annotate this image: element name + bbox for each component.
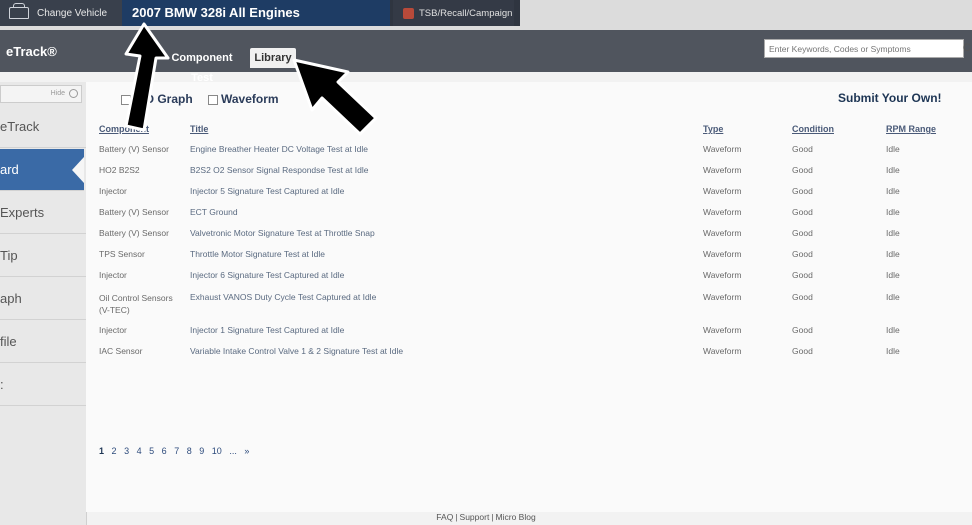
cell-title[interactable]: Injector 5 Signature Test Captured at Id… bbox=[190, 186, 344, 196]
cell-title[interactable]: Valvetronic Motor Signature Test at Thro… bbox=[190, 228, 375, 238]
sidebar-item-etrack[interactable]: eTrack bbox=[0, 106, 86, 148]
col-header-title[interactable]: Title bbox=[190, 124, 208, 134]
sidebar-item-profile[interactable]: file bbox=[0, 321, 86, 363]
cell-condition: Good bbox=[792, 228, 813, 238]
cell-rpm-range: Idle bbox=[886, 186, 900, 196]
cell-condition: Good bbox=[792, 207, 813, 217]
footer-micro-blog-link[interactable]: Micro Blog bbox=[496, 512, 536, 522]
cell-condition: Good bbox=[792, 325, 813, 335]
tab-component-test[interactable]: Component Test bbox=[160, 48, 244, 84]
footer: FAQ | Support | Micro Blog bbox=[436, 512, 536, 522]
active-notch bbox=[72, 157, 84, 183]
cell-component: Battery (V) Sensor bbox=[99, 228, 169, 238]
cell-type: Waveform bbox=[703, 186, 742, 196]
cell-component: Injector bbox=[99, 186, 127, 196]
cell-type: Waveform bbox=[703, 207, 742, 217]
cell-title[interactable]: B2S2 O2 Sensor Signal Respondse Test at … bbox=[190, 165, 368, 175]
footer-faq-link[interactable]: FAQ bbox=[436, 512, 453, 522]
brand-logo: eTrack® bbox=[6, 44, 57, 59]
cell-rpm-range: Idle bbox=[886, 270, 900, 280]
page-link[interactable]: 3 bbox=[124, 446, 129, 456]
annotation-arrow-icon bbox=[124, 22, 170, 132]
cell-condition: Good bbox=[792, 165, 813, 175]
col-header-rpm-range[interactable]: RPM Range bbox=[886, 124, 936, 134]
tsb-label: TSB/Recall/Campaign bbox=[419, 7, 513, 19]
change-vehicle-label: Change Vehicle bbox=[37, 7, 108, 19]
cell-title[interactable]: Variable Intake Control Valve 1 & 2 Sign… bbox=[190, 346, 403, 356]
cell-condition: Good bbox=[792, 292, 813, 302]
cell-title[interactable]: Engine Breather Heater DC Voltage Test a… bbox=[190, 144, 368, 154]
cell-type: Waveform bbox=[703, 165, 742, 175]
page-link[interactable]: 5 bbox=[149, 446, 154, 456]
col-header-type[interactable]: Type bbox=[703, 124, 723, 134]
cell-title[interactable]: Injector 6 Signature Test Captured at Id… bbox=[190, 270, 344, 280]
cell-type: Waveform bbox=[703, 249, 742, 259]
cell-rpm-range: Idle bbox=[886, 144, 900, 154]
cell-rpm-range: Idle bbox=[886, 346, 900, 356]
cell-rpm-range: Idle bbox=[886, 325, 900, 335]
submit-your-own-link[interactable]: Submit Your Own! bbox=[838, 91, 942, 105]
tsb-icon bbox=[403, 7, 414, 19]
filter-waveform[interactable]: Waveform bbox=[208, 92, 279, 106]
footer-support-link[interactable]: Support bbox=[460, 512, 490, 522]
page-link[interactable]: 6 bbox=[162, 446, 167, 456]
page-link[interactable]: 2 bbox=[112, 446, 117, 456]
cell-component: Battery (V) Sensor bbox=[99, 144, 169, 154]
cell-condition: Good bbox=[792, 346, 813, 356]
cell-title[interactable]: Injector 1 Signature Test Captured at Id… bbox=[190, 325, 344, 335]
cell-type: Waveform bbox=[703, 346, 742, 356]
cell-title[interactable]: Exhaust VANOS Duty Cycle Test Captured a… bbox=[190, 292, 376, 302]
sidebar-item-tip[interactable]: Tip bbox=[0, 235, 86, 277]
cell-title[interactable]: ECT Ground bbox=[190, 207, 238, 217]
search-input[interactable] bbox=[764, 39, 964, 58]
page-link[interactable]: 9 bbox=[199, 446, 204, 456]
cell-type: Waveform bbox=[703, 292, 742, 302]
page-link[interactable]: 1 bbox=[99, 446, 104, 456]
tsb-recall-button[interactable]: TSB/Recall/Campaign bbox=[393, 0, 514, 26]
page-link[interactable]: 10 bbox=[212, 446, 222, 456]
car-icon bbox=[9, 3, 29, 19]
cell-type: Waveform bbox=[703, 270, 742, 280]
cell-component: HO2 B2S2 bbox=[99, 165, 140, 175]
cell-component: IAC Sensor bbox=[99, 346, 143, 356]
cell-component: TPS Sensor bbox=[99, 249, 145, 259]
cell-type: Waveform bbox=[703, 228, 742, 238]
hide-sidebar-button[interactable]: Hide bbox=[0, 85, 82, 103]
cell-rpm-range: Idle bbox=[886, 207, 900, 217]
waveform-label: Waveform bbox=[221, 92, 279, 106]
annotation-arrow-icon bbox=[292, 58, 378, 136]
cell-component: Injector bbox=[99, 325, 127, 335]
cell-component: Battery (V) Sensor bbox=[99, 207, 169, 217]
sidebar-item-experts[interactable]: Experts bbox=[0, 192, 86, 234]
pagination: 1 2 3 4 5 6 7 8 9 10 ... » bbox=[99, 446, 254, 456]
cell-type: Waveform bbox=[703, 325, 742, 335]
cell-rpm-range: Idle bbox=[886, 165, 900, 175]
cell-rpm-range: Idle bbox=[886, 292, 900, 302]
page-ellipsis: ... bbox=[229, 446, 237, 456]
page-link[interactable]: 8 bbox=[187, 446, 192, 456]
cell-rpm-range: Idle bbox=[886, 228, 900, 238]
cell-component: Injector bbox=[99, 270, 127, 280]
hide-circle-icon bbox=[69, 89, 78, 98]
cell-component: Oil Control Sensors (V-TEC) bbox=[99, 293, 173, 315]
cell-title[interactable]: Throttle Motor Signature Test at Idle bbox=[190, 249, 325, 259]
page-link[interactable]: 7 bbox=[174, 446, 179, 456]
cell-condition: Good bbox=[792, 270, 813, 280]
search-icon[interactable]: C bbox=[963, 39, 971, 58]
hide-label: Hide bbox=[50, 90, 65, 97]
cell-rpm-range: Idle bbox=[886, 249, 900, 259]
sidebar-item-graph[interactable]: aph bbox=[0, 278, 86, 320]
cell-type: Waveform bbox=[703, 144, 742, 154]
col-header-condition[interactable]: Condition bbox=[792, 124, 834, 134]
cell-condition: Good bbox=[792, 249, 813, 259]
sidebar-item-more[interactable]: : bbox=[0, 364, 86, 406]
cell-condition: Good bbox=[792, 186, 813, 196]
page-next[interactable]: » bbox=[244, 446, 249, 456]
cell-condition: Good bbox=[792, 144, 813, 154]
waveform-checkbox[interactable] bbox=[208, 94, 218, 105]
page-link[interactable]: 4 bbox=[137, 446, 142, 456]
